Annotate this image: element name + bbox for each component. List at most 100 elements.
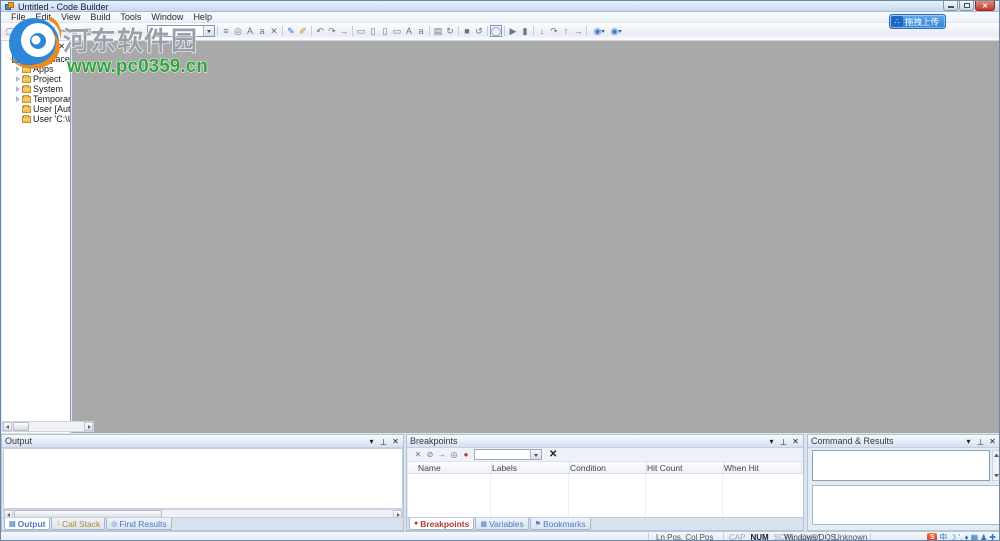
chevron-down-icon[interactable] xyxy=(530,450,541,459)
panel-close-icon[interactable]: ✕ xyxy=(988,437,997,446)
record-icon[interactable]: ◯ xyxy=(490,25,502,37)
chevron-down-icon[interactable] xyxy=(203,26,214,36)
find-icon[interactable]: A xyxy=(244,25,256,37)
uppercase-icon[interactable]: A xyxy=(403,25,415,37)
sogou-logo-icon[interactable]: S xyxy=(927,533,938,540)
clear-bookmarks-icon[interactable]: ▭ xyxy=(391,25,403,37)
toggle-bookmark-icon[interactable]: ▭ xyxy=(355,25,367,37)
step-out-icon[interactable]: ↑ xyxy=(560,25,572,37)
col-when-hit[interactable]: When Hit xyxy=(724,462,802,473)
menu-edit[interactable]: Edit xyxy=(31,12,57,22)
save-all-icon[interactable]: ▦ xyxy=(40,25,52,37)
whitespace-icon[interactable]: ≡ xyxy=(220,25,232,37)
punctuation-icon[interactable]: ’, xyxy=(958,533,962,540)
skin-icon[interactable]: ♟ xyxy=(980,533,987,540)
search-icon[interactable]: ◎ xyxy=(232,25,244,37)
compile-target-combobox[interactable] xyxy=(147,25,215,37)
panel-pin-icon[interactable]: ⊤ xyxy=(379,437,388,446)
attach-icon[interactable]: ✐ xyxy=(297,25,309,37)
goto-icon[interactable]: → xyxy=(338,25,350,37)
title-bar[interactable]: Untitled - Code Builder ✕ xyxy=(1,1,999,12)
drag-upload-button[interactable]: ∴ 拖拽上传 xyxy=(889,14,946,29)
command-input[interactable] xyxy=(812,450,990,481)
menu-tools[interactable]: Tools xyxy=(115,12,146,22)
scroll-right-icon[interactable] xyxy=(84,422,93,431)
menu-help[interactable]: Help xyxy=(188,12,217,22)
stop-build-icon[interactable]: ■ xyxy=(461,25,473,37)
close-button[interactable]: ✕ xyxy=(975,1,995,11)
paste-icon[interactable]: ▨ xyxy=(81,25,93,37)
breakpoints-panel-header[interactable]: Breakpoints ▾ ⊤ ✕ xyxy=(407,435,803,448)
menu-window[interactable]: Window xyxy=(146,12,188,22)
copy-icon[interactable]: ▱ xyxy=(69,25,81,37)
tree-item-user-autoload[interactable]: User [AutoLoad] xyxy=(2,104,70,114)
tree-item-system[interactable]: System xyxy=(2,84,70,94)
col-condition[interactable]: Condition xyxy=(570,462,647,473)
replace-icon[interactable]: a xyxy=(256,25,268,37)
soft-keyboard-icon[interactable]: ▦ xyxy=(971,533,979,540)
tab-output[interactable]: ▤ Output xyxy=(4,518,51,530)
redo-icon[interactable]: ↷ xyxy=(326,25,338,37)
tab-find-results[interactable]: ◎ Find Results xyxy=(106,518,172,530)
clear-find-icon[interactable]: ✕ xyxy=(268,25,280,37)
search-breakpoints-icon[interactable]: ◎ xyxy=(448,449,460,460)
workspace-hscrollbar[interactable] xyxy=(2,421,94,432)
undo-icon[interactable]: ↶ xyxy=(314,25,326,37)
rebuild-icon[interactable]: ↺ xyxy=(473,25,485,37)
delete-breakpoint-icon[interactable]: ✕ xyxy=(412,449,424,460)
scroll-down-icon[interactable] xyxy=(994,474,999,478)
tab-bookmarks[interactable]: ⚑ Bookmarks xyxy=(529,518,591,530)
edit-pencil-icon[interactable]: ✎ xyxy=(285,25,297,37)
breakpoint-icon[interactable]: ● xyxy=(460,449,472,460)
col-labels[interactable]: Labels xyxy=(492,462,570,473)
settings-menu-icon[interactable]: ◉ xyxy=(589,25,606,37)
col-hit-count[interactable]: Hit Count xyxy=(647,462,724,473)
toolbox-icon[interactable]: ✚ xyxy=(989,533,996,540)
panel-close-icon[interactable]: ✕ xyxy=(391,437,400,446)
prev-bookmark-icon[interactable]: ▯ xyxy=(379,25,391,37)
run-icon[interactable]: ▶ xyxy=(507,25,519,37)
scroll-left-icon[interactable] xyxy=(3,422,12,431)
scroll-thumb[interactable] xyxy=(13,422,29,431)
restore-button[interactable] xyxy=(959,1,974,11)
compile-icon[interactable]: ▤ xyxy=(432,25,444,37)
panel-pin-icon[interactable]: ⊤ xyxy=(779,437,788,446)
scroll-up-icon[interactable] xyxy=(994,453,999,457)
breakpoint-filter-combobox[interactable] xyxy=(474,449,542,460)
save-icon[interactable]: ▣ xyxy=(28,25,40,37)
menu-view[interactable]: View xyxy=(56,12,85,22)
options-menu-icon[interactable]: ◉ xyxy=(606,25,623,37)
run-to-cursor-icon[interactable]: → xyxy=(572,25,584,37)
step-over-icon[interactable]: ↷ xyxy=(548,25,560,37)
pause-icon[interactable]: ▮ xyxy=(519,25,531,37)
panel-close-icon[interactable]: ✕ xyxy=(791,437,800,446)
output-panel-header[interactable]: Output ▾ ⊤ ✕ xyxy=(2,435,403,448)
new-file-icon[interactable]: ▢ xyxy=(4,25,16,37)
next-bookmark-icon[interactable]: ▯ xyxy=(367,25,379,37)
panel-menu-arrow-icon[interactable]: ▾ xyxy=(767,437,776,446)
build-icon[interactable]: ↻ xyxy=(444,25,456,37)
clear-filter-icon[interactable]: ✕ xyxy=(549,449,557,460)
tree-root-workspace[interactable]: Workspace xyxy=(2,54,70,64)
tree-item-temporary[interactable]: Temporary xyxy=(2,94,70,104)
lowercase-icon[interactable]: a xyxy=(415,25,427,37)
tree-item-apps[interactable]: Apps xyxy=(2,64,70,74)
menu-build[interactable]: Build xyxy=(85,12,115,22)
command-input-scrollbar[interactable] xyxy=(992,450,999,481)
mic-icon[interactable]: ♦ xyxy=(964,533,968,540)
col-name[interactable]: Name xyxy=(418,462,492,473)
cut-icon[interactable]: ✂ xyxy=(57,25,69,37)
output-content[interactable] xyxy=(3,448,403,509)
disable-all-icon[interactable]: ⊘ xyxy=(424,449,436,460)
panel-menu-arrow-icon[interactable]: ▾ xyxy=(964,437,973,446)
minimize-button[interactable] xyxy=(943,1,958,11)
open-file-icon[interactable]: ▤ xyxy=(16,25,28,37)
tree-item-user-folder[interactable]: User 'C:\Users\ xyxy=(2,114,70,124)
panel-pin-icon[interactable]: ⊤ xyxy=(976,437,985,446)
tab-call-stack[interactable]: ↕ Call Stack xyxy=(51,518,106,530)
panel-menu-arrow-icon[interactable]: ▾ xyxy=(367,437,376,446)
tab-variables[interactable]: ▦ Variables xyxy=(475,518,529,530)
command-panel-header[interactable]: Command & Results ▾ ⊤ ✕ xyxy=(808,435,999,448)
panel-close-icon[interactable]: ✕ xyxy=(58,42,65,51)
go-to-source-icon[interactable]: → xyxy=(436,449,448,460)
